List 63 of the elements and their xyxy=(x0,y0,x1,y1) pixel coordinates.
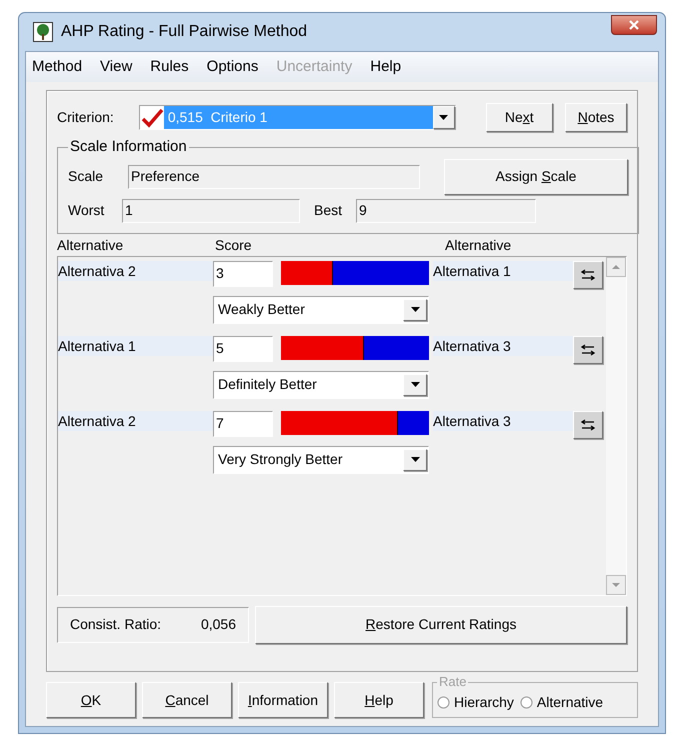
dialog-button[interactable]: Help xyxy=(334,682,424,718)
worst-label: Worst xyxy=(68,201,106,220)
notes-button[interactable]: Notes xyxy=(564,103,627,132)
consistency-label: Consist. Ratio: xyxy=(70,615,162,634)
column-header: Alternative xyxy=(57,236,124,254)
menu-item[interactable]: View xyxy=(100,56,132,78)
verbal-dropdown[interactable]: Definitely Better xyxy=(213,370,429,398)
dropdown-button[interactable] xyxy=(403,374,427,396)
tree-icon xyxy=(33,22,53,42)
window-title: AHP Rating - Full Pairwise Method xyxy=(61,22,308,42)
criterion-value: 0,515 Criterio 1 xyxy=(164,106,432,129)
swap-arrows-icon xyxy=(580,344,596,356)
dialog-button[interactable]: Cancel xyxy=(142,682,232,718)
verbal-dropdown[interactable]: Weakly Better xyxy=(213,296,429,324)
score-field[interactable]: 7 xyxy=(213,410,273,436)
consistency-value: 0,056 xyxy=(200,615,236,634)
column-header: Score xyxy=(215,236,253,254)
alternative-name: Alternativa 2 xyxy=(58,410,213,430)
worst-field: 1 xyxy=(122,198,300,222)
dropdown-value: Very Strongly Better xyxy=(217,450,344,469)
alternative-name: Alternativa 3 xyxy=(433,336,573,356)
criterion-label: Criterion: xyxy=(57,108,115,127)
menu-item[interactable]: Help xyxy=(370,56,402,78)
swap-button[interactable] xyxy=(573,260,603,288)
caret-icon xyxy=(410,382,420,387)
dropdown-button[interactable] xyxy=(432,106,454,129)
close-button[interactable] xyxy=(611,15,657,35)
restore-ratings-button[interactable]: Restore Current Ratings xyxy=(255,606,627,644)
menu-item[interactable]: Method xyxy=(32,56,82,78)
swap-arrows-icon xyxy=(580,418,596,430)
assign-scale-button[interactable]: Assign Scale xyxy=(444,158,628,194)
group-title: Scale Information xyxy=(69,137,188,157)
next-button[interactable]: Next xyxy=(486,103,553,132)
best-label: Best xyxy=(314,201,344,220)
verbal-dropdown[interactable]: Very Strongly Better xyxy=(213,446,429,474)
menu-item[interactable]: Options xyxy=(206,56,258,78)
dropdown-button[interactable] xyxy=(403,448,427,470)
scroll-down-icon[interactable] xyxy=(606,574,626,594)
dropdown-value: Definitely Better xyxy=(217,375,318,394)
menu-item[interactable]: Rules xyxy=(150,56,189,78)
close-icon xyxy=(629,20,639,30)
alternative-name: Alternativa 1 xyxy=(58,336,213,356)
dialog-button[interactable]: Information xyxy=(238,682,328,718)
dialog-button[interactable]: OK xyxy=(46,682,136,718)
scale-field: Preference xyxy=(128,164,420,188)
caret-icon xyxy=(410,457,420,462)
alternative-name: Alternativa 1 xyxy=(433,260,573,280)
score-field[interactable]: 5 xyxy=(213,336,273,362)
dropdown-value: Weakly Better xyxy=(217,300,306,319)
best-field: 9 xyxy=(356,198,536,222)
score-field[interactable]: 3 xyxy=(213,260,273,286)
swap-arrows-icon xyxy=(580,268,596,280)
swap-button[interactable] xyxy=(573,410,603,438)
alternative-name: Alternativa 3 xyxy=(433,410,573,430)
group-title: Rate xyxy=(438,673,468,692)
caret-icon xyxy=(439,115,448,120)
dropdown-button[interactable] xyxy=(403,298,427,320)
alternative-name: Alternativa 2 xyxy=(58,260,213,280)
scale-label: Scale xyxy=(68,167,104,186)
swap-button[interactable] xyxy=(573,336,603,364)
column-header: Alternative xyxy=(445,236,512,254)
caret-icon xyxy=(410,307,420,312)
scrollbar[interactable] xyxy=(606,256,626,594)
